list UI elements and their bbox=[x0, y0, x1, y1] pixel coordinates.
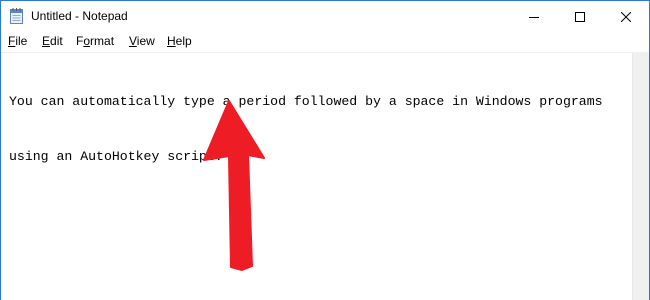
menu-bar: File Edit Format View Help bbox=[1, 32, 649, 52]
close-icon bbox=[621, 11, 631, 22]
menu-help[interactable]: Help bbox=[166, 34, 193, 48]
editor-content[interactable]: You can automatically type a period foll… bbox=[9, 57, 629, 202]
editor-line: You can automatically type a period foll… bbox=[9, 94, 603, 109]
menu-view[interactable]: View bbox=[128, 34, 156, 48]
menu-file[interactable]: File bbox=[7, 34, 28, 48]
menu-edit[interactable]: Edit bbox=[41, 34, 64, 48]
notepad-icon[interactable] bbox=[10, 8, 23, 24]
menu-format[interactable]: Format bbox=[75, 34, 115, 48]
text-editor[interactable]: You can automatically type a period foll… bbox=[1, 52, 649, 300]
editor-line: using an AutoHotkey script. bbox=[9, 147, 629, 166]
text-caret bbox=[231, 147, 233, 163]
vertical-scrollbar[interactable] bbox=[632, 53, 649, 300]
window-title: Untitled - Notepad bbox=[31, 9, 128, 23]
minimize-button[interactable] bbox=[511, 1, 557, 32]
notepad-window: Untitled - Notepad File Edit Format View… bbox=[0, 0, 650, 300]
maximize-icon bbox=[575, 11, 585, 22]
editor-line-text: using an AutoHotkey script. bbox=[9, 149, 231, 164]
title-bar[interactable]: Untitled - Notepad bbox=[1, 1, 649, 32]
minimize-icon bbox=[529, 16, 539, 18]
maximize-button[interactable] bbox=[557, 1, 603, 32]
close-button[interactable] bbox=[603, 1, 649, 32]
